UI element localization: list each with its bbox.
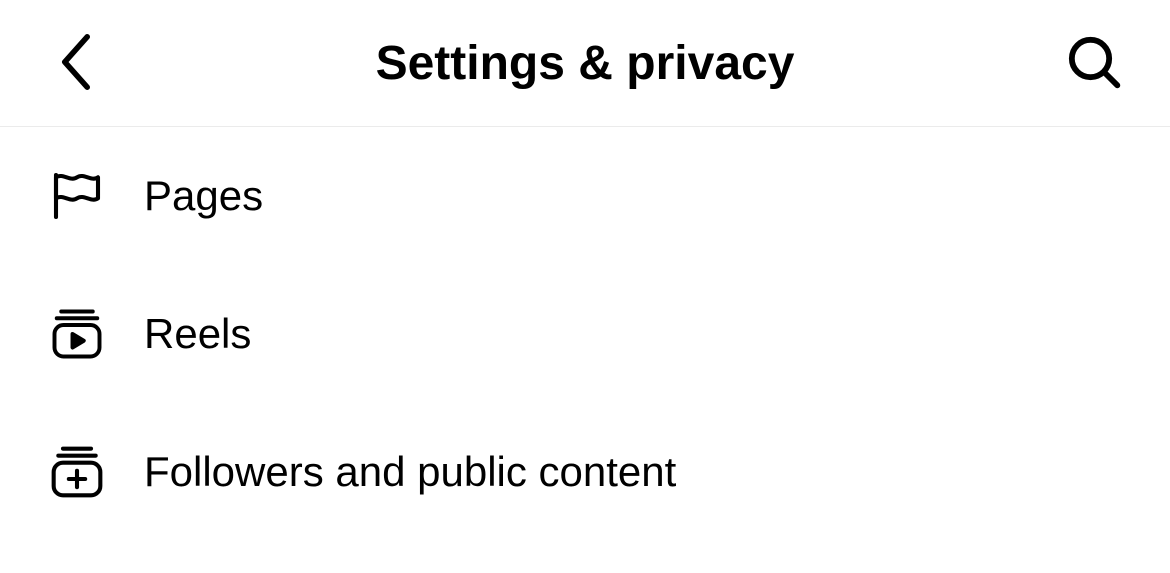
menu-item-label: Pages — [144, 172, 263, 220]
back-button[interactable] — [48, 35, 104, 91]
menu-item-label: Reels — [144, 310, 251, 358]
chevron-left-icon — [59, 34, 93, 93]
flag-icon — [48, 167, 106, 225]
header: Settings & privacy — [0, 0, 1170, 127]
reels-icon — [48, 305, 106, 363]
settings-menu: Pages Reels Followers and public content — [0, 127, 1170, 541]
page-title: Settings & privacy — [104, 36, 1066, 91]
menu-item-label: Followers and public content — [144, 448, 676, 496]
search-button[interactable] — [1066, 35, 1122, 91]
menu-item-reels[interactable]: Reels — [48, 265, 1122, 403]
followers-icon — [48, 443, 106, 501]
menu-item-followers-public-content[interactable]: Followers and public content — [48, 403, 1122, 541]
menu-item-pages[interactable]: Pages — [48, 127, 1122, 265]
search-icon — [1066, 34, 1122, 93]
